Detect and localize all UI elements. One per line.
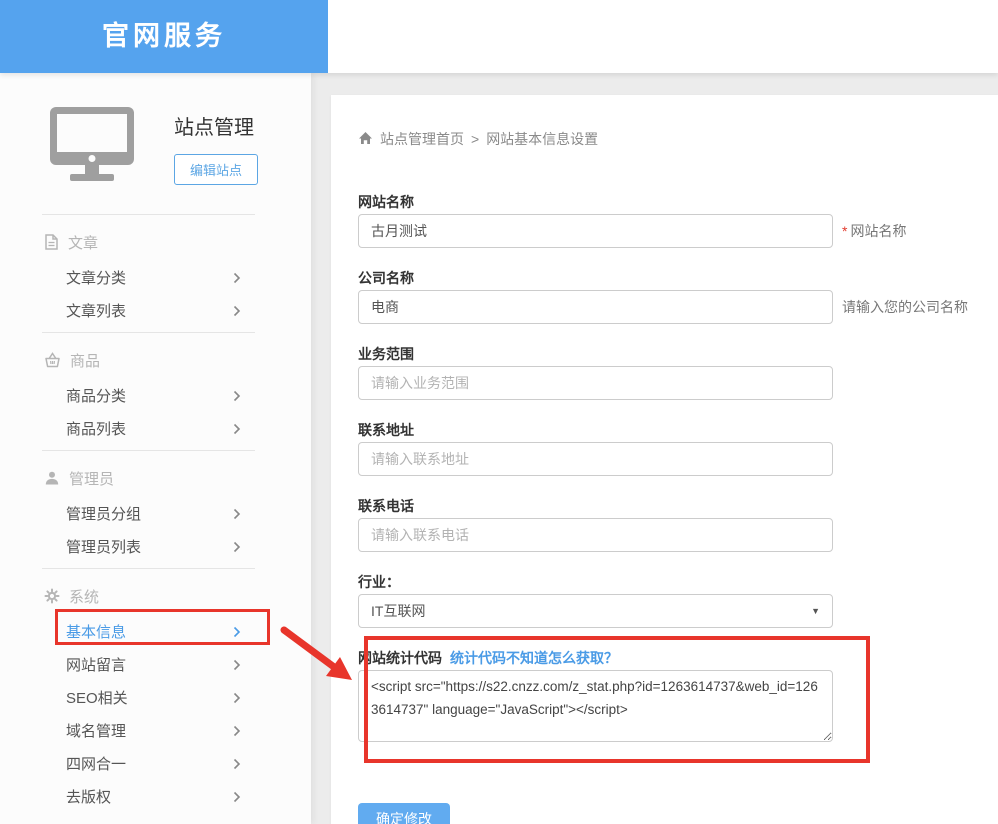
basket-icon [44, 352, 61, 368]
menu-item-label: 去版权 [66, 786, 111, 807]
chevron-right-icon [233, 758, 241, 770]
gear-icon [44, 588, 60, 604]
industry-row: 行业： IT互联网 ▼ [358, 572, 968, 628]
required-asterisk: * [842, 223, 847, 239]
main-area: 站点管理首页 > 网站基本信息设置 网站名称 *网站名称 公司名称 请输入您的 [311, 73, 998, 824]
breadcrumb-home[interactable]: 站点管理首页 [380, 129, 464, 149]
sidebar-item-product-list[interactable]: 商品列表 [66, 412, 241, 445]
stats-code-label: 网站统计代码 [358, 648, 442, 668]
sidebar-item-four-in-one[interactable]: 四网合一 [66, 747, 241, 780]
sidebar-item-site-messages[interactable]: 网站留言 [66, 648, 241, 681]
divider [42, 332, 255, 333]
menu-group-system: 系统 [44, 585, 311, 607]
field-label: 业务范围 [358, 344, 968, 364]
menu-item-label: 管理员列表 [66, 536, 141, 557]
menu-item-label: 管理员分组 [66, 503, 141, 524]
industry-select[interactable]: IT互联网 ▼ [358, 594, 833, 628]
field-label: 公司名称 [358, 268, 968, 288]
chevron-right-icon [233, 725, 241, 737]
contact-address-field[interactable] [358, 442, 833, 476]
sidebar-item-admin-group[interactable]: 管理员分组 [66, 497, 241, 530]
home-icon [358, 131, 373, 148]
site-title: 站点管理 [174, 111, 258, 140]
website-name-field[interactable] [358, 214, 833, 248]
top-bar: 官网服务 [0, 0, 998, 73]
sidebar: 站点管理 编辑站点 文章 文章分类 文章列表 [0, 73, 311, 824]
topbar-spacer [328, 0, 998, 73]
breadcrumb: 站点管理首页 > 网站基本信息设置 [358, 129, 968, 149]
sidebar-item-basic-info[interactable]: 基本信息 [66, 615, 241, 648]
dropdown-arrow-icon: ▼ [811, 606, 820, 616]
breadcrumb-current: 网站基本信息设置 [486, 129, 598, 149]
sidebar-item-domain[interactable]: 域名管理 [66, 714, 241, 747]
menu-item-label: 商品列表 [66, 418, 126, 439]
company-name-field[interactable] [358, 290, 833, 324]
chevron-right-icon [233, 626, 241, 638]
contact-address-row: 联系地址 [358, 420, 968, 476]
chevron-right-icon [233, 272, 241, 284]
divider [42, 450, 255, 451]
chevron-right-icon [233, 423, 241, 435]
contact-phone-field[interactable] [358, 518, 833, 552]
menu-group-admin: 管理员 [44, 467, 311, 489]
chevron-right-icon [233, 541, 241, 553]
person-icon [44, 470, 60, 486]
edit-site-button[interactable]: 编辑站点 [174, 154, 258, 185]
website-name-row: 网站名称 *网站名称 [358, 192, 968, 248]
field-hint: 请输入您的公司名称 [842, 297, 968, 317]
industry-selected-value: IT互联网 [371, 601, 425, 621]
breadcrumb-separator: > [471, 131, 479, 147]
field-label: 联系电话 [358, 496, 968, 516]
menu-item-label: SEO相关 [66, 687, 128, 708]
field-label: 网站名称 [358, 192, 968, 212]
contact-phone-row: 联系电话 [358, 496, 968, 552]
field-label: 联系地址 [358, 420, 968, 440]
content-card: 站点管理首页 > 网站基本信息设置 网站名称 *网站名称 公司名称 请输入您的 [331, 95, 998, 824]
divider [42, 214, 255, 215]
menu-group-label: 管理员 [69, 468, 114, 489]
app-logo-bar: 官网服务 [0, 0, 328, 73]
sidebar-item-admin-list[interactable]: 管理员列表 [66, 530, 241, 563]
stats-help-link[interactable]: 统计代码不知道怎么获取？ [450, 648, 618, 668]
business-scope-field[interactable] [358, 366, 833, 400]
chevron-right-icon [233, 791, 241, 803]
field-hint: *网站名称 [842, 221, 906, 241]
app-window: 官网服务 站点管理 编辑站点 [0, 0, 998, 824]
business-scope-row: 业务范围 [358, 344, 968, 400]
menu-item-label: 四网合一 [66, 753, 126, 774]
chevron-right-icon [233, 659, 241, 671]
menu-item-label: 域名管理 [66, 720, 126, 741]
menu-item-label: 文章分类 [66, 267, 126, 288]
site-panel: 站点管理 编辑站点 [0, 73, 311, 185]
article-icon [44, 234, 59, 250]
menu-item-label: 商品分类 [66, 385, 126, 406]
field-label: 行业： [358, 572, 968, 592]
chevron-right-icon [233, 508, 241, 520]
divider [42, 568, 255, 569]
sidebar-item-article-list[interactable]: 文章列表 [66, 294, 241, 327]
company-name-row: 公司名称 请输入您的公司名称 [358, 268, 968, 324]
menu-item-label: 基本信息 [66, 621, 126, 642]
chevron-right-icon [233, 305, 241, 317]
sidebar-item-product-category[interactable]: 商品分类 [66, 379, 241, 412]
menu-group-label: 文章 [68, 232, 98, 253]
menu-item-label: 文章列表 [66, 300, 126, 321]
menu-group-product: 商品 [44, 349, 311, 371]
app-title: 官网服务 [102, 21, 226, 51]
monitor-icon [50, 107, 134, 185]
stats-code-row: 网站统计代码 统计代码不知道怎么获取？ <script src="https:/… [358, 648, 968, 747]
sidebar-item-seo[interactable]: SEO相关 [66, 681, 241, 714]
menu-group-label: 商品 [70, 350, 100, 371]
chevron-right-icon [233, 692, 241, 704]
stats-code-textarea[interactable]: <script src="https://s22.cnzz.com/z_stat… [358, 670, 833, 742]
chevron-right-icon [233, 390, 241, 402]
menu-item-label: 网站留言 [66, 654, 126, 675]
sidebar-item-article-category[interactable]: 文章分类 [66, 261, 241, 294]
menu-group-label: 系统 [69, 586, 99, 607]
menu-group-article: 文章 [44, 231, 311, 253]
submit-button[interactable]: 确定修改 [358, 803, 450, 824]
sidebar-item-remove-copyright[interactable]: 去版权 [66, 780, 241, 813]
